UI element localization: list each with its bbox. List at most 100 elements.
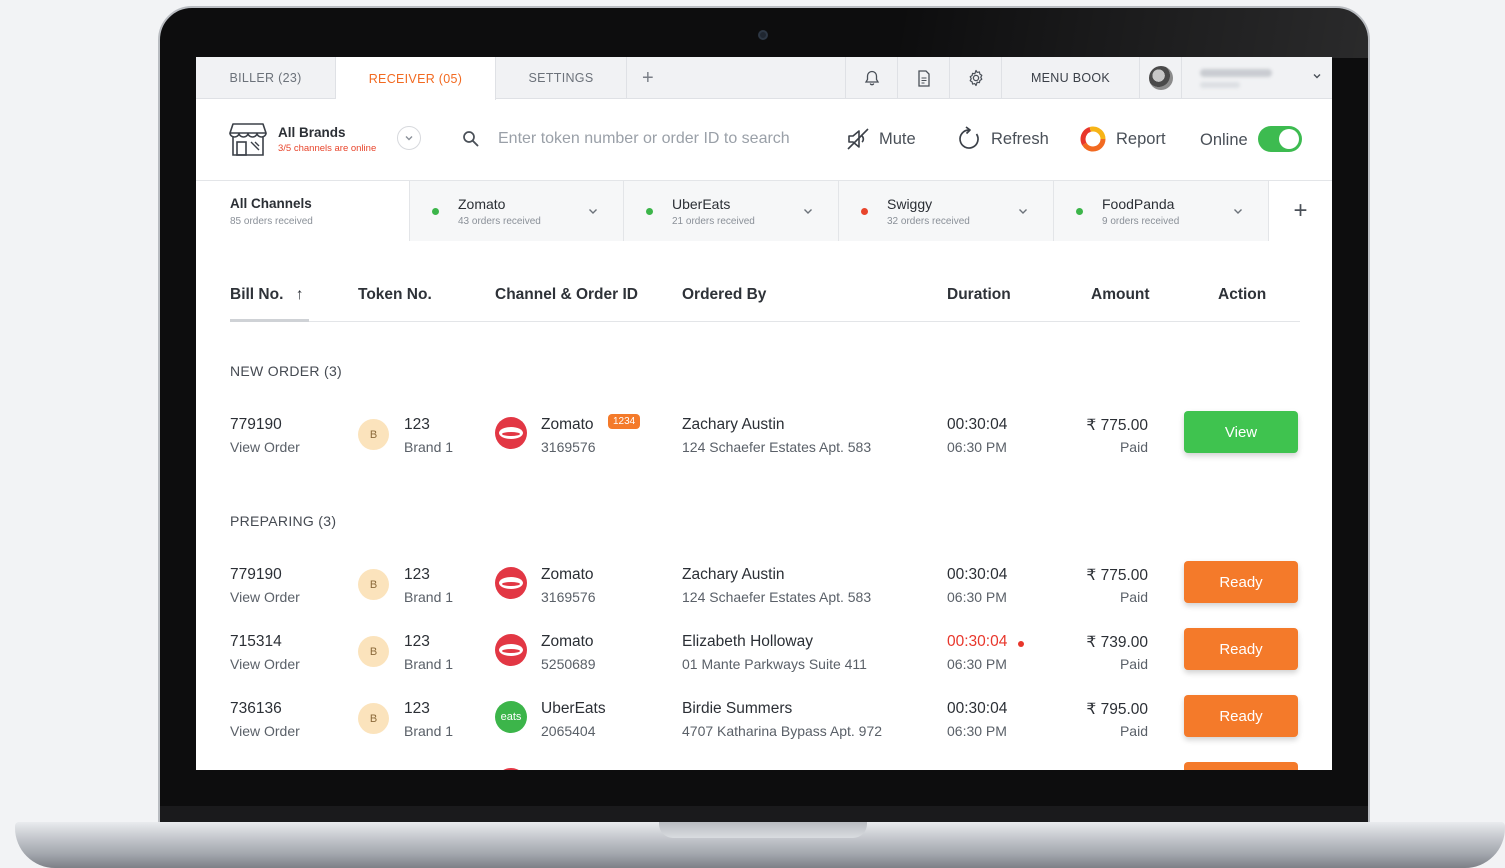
column-header-bill-no[interactable]: Bill No. ↑	[230, 286, 303, 304]
order-time: 06:30 PM	[947, 656, 1007, 672]
overdue-indicator-dot	[1018, 641, 1024, 647]
chevron-down-icon[interactable]	[1232, 205, 1244, 217]
token-number: 123	[404, 416, 430, 433]
report-button[interactable]: Report	[1079, 123, 1166, 155]
view-order-link[interactable]: View Order	[230, 589, 300, 605]
payment-status: Paid	[1119, 723, 1148, 739]
column-header-amount[interactable]: Amount	[1091, 286, 1150, 304]
chevron-down-icon[interactable]	[1017, 205, 1029, 217]
mute-label: Mute	[879, 129, 916, 148]
menu-book-button[interactable]: MENU BOOK	[1001, 57, 1139, 99]
channel-name: Zomato	[541, 566, 594, 583]
channel-name: UberEats	[541, 700, 606, 717]
customer-name: Elizabeth Holloway	[682, 633, 813, 650]
status-dot	[646, 208, 653, 215]
channel-name: Zomato	[541, 416, 594, 433]
token-number: 123	[404, 566, 430, 583]
toolbar: All Brands 3/5 channels are online Mute …	[196, 99, 1332, 181]
chevron-down-icon[interactable]	[587, 205, 599, 217]
online-toggle[interactable]	[1258, 126, 1302, 152]
brand-online-status: 3/5 channels are online	[278, 143, 377, 154]
add-channel-button[interactable]: +	[1269, 181, 1332, 241]
channel-tab-all[interactable]: All Channels 85 orders received	[196, 181, 410, 241]
view-order-link[interactable]: View Order	[230, 656, 300, 672]
column-header-channel[interactable]: Channel & Order ID	[495, 286, 638, 304]
laptop-hinge	[160, 806, 1368, 822]
duration: 00:30:04	[947, 566, 1008, 583]
section-title-preparing: PREPARING (3)	[230, 513, 337, 529]
amount: ₹ 795.00	[1086, 701, 1148, 718]
customer-name: Birdie Summers	[682, 700, 793, 717]
zomato-logo-icon	[495, 417, 527, 449]
tab-biller[interactable]: BILLER (23)	[196, 57, 336, 99]
customer-name: Zachary Austin	[682, 566, 785, 583]
payment-status: Paid	[1119, 589, 1148, 605]
document-icon[interactable]	[897, 57, 949, 99]
order-count-tag: 1234	[608, 414, 641, 429]
sort-underline	[230, 319, 309, 322]
status-dot	[861, 208, 868, 215]
customer-name: Zachary Austin	[682, 416, 785, 433]
gear-icon[interactable]	[949, 57, 1001, 99]
channel-tab-ubereats[interactable]: UberEats 21 orders received	[624, 181, 839, 241]
table-row: 715314 View Order B 123 Brand 1 Zomato 5…	[196, 628, 1332, 688]
customer-address: 01 Mante Parkways Suite 411	[682, 656, 867, 672]
chevron-down-icon	[1313, 74, 1321, 79]
report-donut-icon	[1080, 126, 1106, 152]
ready-button[interactable]	[1184, 762, 1298, 770]
order-id: 2065404	[541, 723, 596, 739]
order-time: 06:30 PM	[947, 723, 1007, 739]
duration: 00:30:04	[947, 416, 1008, 433]
brand-name: Brand 1	[404, 723, 454, 739]
order-id: 3169576	[541, 589, 596, 605]
refresh-icon	[959, 126, 979, 149]
section-title-new-order: NEW ORDER (3)	[230, 363, 343, 379]
avatar[interactable]	[1139, 57, 1181, 99]
order-time: 06:30 PM	[947, 589, 1007, 605]
channel-order-count: 21 orders received	[672, 216, 755, 227]
search-input[interactable]	[498, 125, 818, 153]
channel-tab-zomato[interactable]: Zomato 43 orders received	[410, 181, 624, 241]
column-header-duration[interactable]: Duration	[947, 286, 1011, 304]
bill-number: 736136	[230, 700, 282, 717]
channel-tab-foodpanda[interactable]: FoodPanda 9 orders received	[1054, 181, 1269, 241]
tab-receiver[interactable]: RECEIVER (05)	[336, 57, 496, 100]
refresh-button[interactable]: Refresh	[956, 123, 1049, 155]
bill-number: 779190	[230, 416, 282, 433]
bell-icon[interactable]	[845, 57, 897, 99]
speaker-muted-icon	[847, 128, 869, 150]
lid-shine	[900, 8, 1368, 58]
token-number: 123	[404, 700, 430, 717]
view-order-link[interactable]: View Order	[230, 439, 300, 455]
chevron-down-icon	[405, 136, 413, 141]
column-header-token[interactable]: Token No.	[358, 286, 432, 304]
brand-name: Brand 1	[404, 439, 454, 455]
tab-settings[interactable]: SETTINGS	[496, 57, 627, 99]
channel-name: UberEats	[672, 196, 731, 212]
ready-button[interactable]: Ready	[1184, 561, 1298, 603]
account-switcher[interactable]	[1181, 57, 1332, 99]
zomato-logo-icon	[495, 567, 527, 599]
view-button[interactable]: View	[1184, 411, 1298, 453]
chevron-down-icon[interactable]	[802, 205, 814, 217]
ready-button[interactable]: Ready	[1184, 628, 1298, 670]
channel-name: All Channels	[230, 196, 312, 211]
brand-dropdown-button[interactable]	[397, 126, 421, 150]
camera-dot	[758, 30, 768, 40]
add-tab-button[interactable]: +	[627, 57, 669, 99]
zomato-logo-icon	[495, 768, 527, 770]
app-screen: BILLER (23) RECEIVER (05) SETTINGS + MEN…	[196, 57, 1332, 770]
brand-selector-name[interactable]: All Brands	[278, 125, 346, 140]
table-row-partial	[196, 762, 1332, 770]
brand-name: Brand 1	[404, 589, 454, 605]
view-order-link[interactable]: View Order	[230, 723, 300, 739]
order-id: 5250689	[541, 656, 596, 672]
payment-status: Paid	[1119, 439, 1148, 455]
channel-order-count: 32 orders received	[887, 216, 970, 227]
channel-tab-swiggy[interactable]: Swiggy 32 orders received	[839, 181, 1054, 241]
channel-name: FoodPanda	[1102, 196, 1175, 212]
ready-button[interactable]: Ready	[1184, 695, 1298, 737]
report-label: Report	[1116, 129, 1166, 148]
mute-button[interactable]: Mute	[846, 123, 916, 155]
column-header-ordered-by[interactable]: Ordered By	[682, 286, 766, 304]
